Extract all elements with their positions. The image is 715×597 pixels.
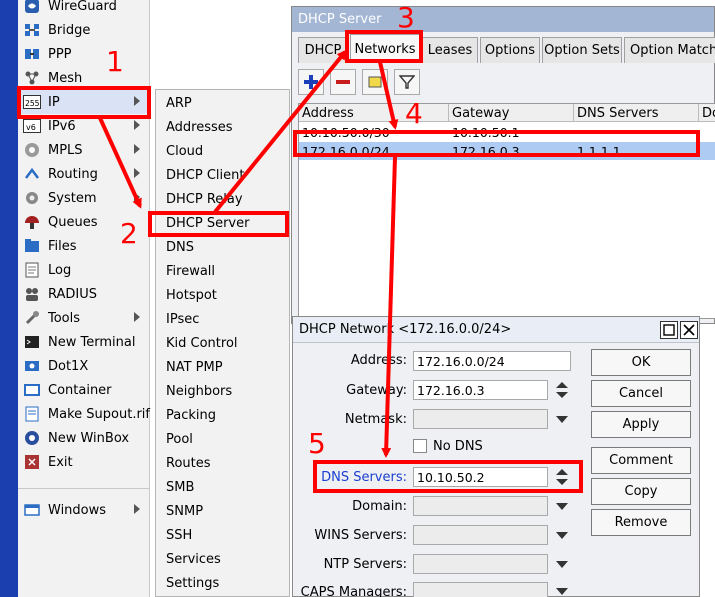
annotation-arrows [98,49,399,458]
step-number-1: 1 [106,45,124,78]
arrow-row-to-dns [381,156,397,458]
arrow-ip-to-dhcp-server [98,117,142,209]
step-number-5: 5 [308,427,326,460]
arrow-dhcp-server-to-networks [213,49,347,214]
step-number-2: 2 [120,217,138,250]
arrow-networks-to-row [378,61,399,130]
step-number-3: 3 [397,1,415,34]
step-number-4: 4 [405,97,423,130]
